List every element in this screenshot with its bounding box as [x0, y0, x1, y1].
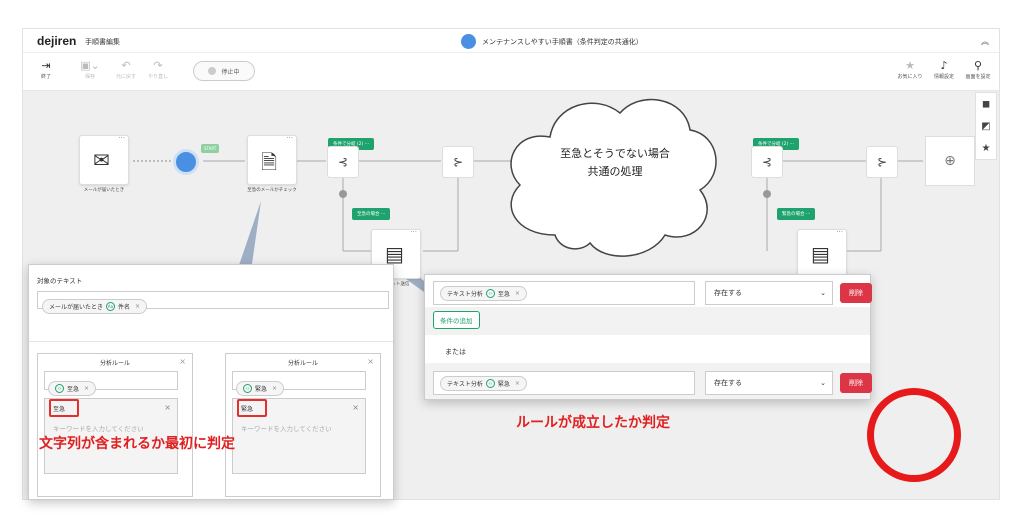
- case-label-1[interactable]: 至急の場合 ···: [352, 208, 391, 220]
- analysis-rule-2: 分析ルール × ⚇ 緊急 × 緊急 × キーワードを入力してください: [225, 353, 381, 497]
- close-icon[interactable]: ×: [84, 385, 89, 392]
- mail-trigger-node[interactable]: ··· ✉ メールが届いたとき: [79, 134, 129, 193]
- status-toggle[interactable]: 停止中: [193, 61, 255, 81]
- undo-button[interactable]: ↶ 元に戻す: [109, 59, 143, 80]
- save-icon: ▣⌄: [80, 59, 100, 72]
- robot-icon: [461, 34, 476, 49]
- rule-chip-field[interactable]: ⚇ 至急 ×: [44, 371, 178, 396]
- red-circle-annotation: [867, 388, 961, 482]
- robot-icon: ⚇: [243, 384, 252, 393]
- add-step-button[interactable]: ⊕: [925, 136, 975, 186]
- chat-icon: ▤: [385, 242, 404, 266]
- cloud-text: 至急とそうでない場合 共通の処理: [560, 147, 670, 178]
- collapse-icon[interactable]: ︽: [981, 36, 989, 47]
- close-icon[interactable]: ×: [179, 357, 186, 366]
- app-logo[interactable]: dejiren: [37, 34, 76, 48]
- plus-circle-icon: ⊕: [944, 153, 956, 169]
- screen-settings-button[interactable]: ⚲ 画面を設定: [961, 59, 995, 80]
- operator-select-1[interactable]: 存在する ⌄: [705, 281, 833, 305]
- keyword-value[interactable]: 緊急: [241, 404, 253, 413]
- screen-settings-icon: ⚲: [973, 59, 983, 72]
- condition-row-1: テキスト分析 ⚇ 至急 × 存在する ⌄ 削除: [433, 281, 872, 307]
- case-label-2[interactable]: 緊急の場合 ···: [777, 208, 816, 220]
- close-icon[interactable]: ×: [164, 403, 171, 412]
- annotation-right: ルールが成立したか判定: [516, 415, 670, 431]
- rule-chip[interactable]: ⚇ 至急 ×: [48, 381, 97, 396]
- merge-icon: ⊱: [452, 155, 464, 169]
- robot-icon: ⚇: [55, 384, 64, 393]
- star-icon: ★: [905, 59, 915, 72]
- condition-chip[interactable]: テキスト分析 ⚇ 緊急 ×: [440, 375, 527, 391]
- target-chip[interactable]: メールが届いたとき Aa 件名 ×: [42, 299, 148, 314]
- side-panel-buttons: ◼ ◩ ★: [975, 92, 997, 160]
- rule-chip[interactable]: ⚇ 緊急 ×: [236, 381, 285, 396]
- chevron-down-icon: ⌄: [820, 379, 826, 387]
- section-title: 手順書編集: [85, 38, 120, 46]
- panel-title: 対象のテキスト: [37, 277, 83, 285]
- text-check-node[interactable]: ··· 🗎 至急のメールかチェック: [247, 134, 297, 193]
- target-text-field[interactable]: メールが届いたとき Aa 件名 ×: [37, 291, 389, 314]
- branch-node-2[interactable]: ⊰: [751, 146, 783, 178]
- condition-group-bg: [425, 307, 870, 335]
- box-icon[interactable]: ◼: [976, 93, 996, 115]
- close-icon[interactable]: ×: [272, 385, 277, 392]
- doc-title-wrap: メンテナンスしやすい手順書（条件判定の共通化）: [461, 34, 643, 49]
- text-type-icon: Aa: [106, 302, 116, 311]
- operator-select-2[interactable]: 存在する ⌄: [705, 371, 833, 395]
- condition-field-2[interactable]: テキスト分析 ⚇ 緊急 ×: [433, 371, 695, 395]
- doc-title: メンテナンスしやすい手順書（条件判定の共通化）: [482, 37, 643, 46]
- chat-node-2[interactable]: ··· ▤ チャット送信: [797, 228, 847, 287]
- exit-icon: ⇥: [41, 59, 51, 72]
- keyword-input[interactable]: キーワードを入力してください: [241, 423, 332, 433]
- delete-button-2[interactable]: 削除: [840, 373, 872, 393]
- start-badge: START: [201, 144, 220, 153]
- top-bar: dejiren 手順書編集 メンテナンスしやすい手順書（条件判定の共通化） ︽: [23, 29, 999, 53]
- keyword-input[interactable]: キーワードを入力してください: [53, 423, 144, 433]
- close-icon[interactable]: ×: [135, 303, 140, 310]
- mail-icon: ✉: [93, 148, 110, 172]
- star-icon[interactable]: ★: [976, 137, 996, 159]
- analysis-rule-1: 分析ルール × ⚇ 至急 × 至急 × キーワードを入力してください: [37, 353, 193, 497]
- save-button[interactable]: ▣⌄ 保存: [73, 59, 107, 80]
- condition-chip[interactable]: テキスト分析 ⚇ 至急 ×: [440, 285, 527, 301]
- keyword-area[interactable]: 緊急 × キーワードを入力してください: [232, 398, 366, 474]
- merge-node-1[interactable]: ⊱: [442, 146, 474, 178]
- condition-panel: テキスト分析 ⚇ 至急 × 存在する ⌄ 削除 条件の追加 または テキスト分析 …: [424, 274, 872, 400]
- keyword-value[interactable]: 至急: [53, 404, 65, 413]
- exit-button[interactable]: ⇥ 終了: [29, 59, 63, 80]
- annotation-left: 文字列が含まれるか最初に判定: [39, 436, 235, 452]
- text-analysis-icon: 🗎: [261, 150, 278, 174]
- rule-chip-field[interactable]: ⚇ 緊急 ×: [232, 371, 366, 396]
- robot-icon: ⚇: [485, 288, 495, 298]
- divider: [29, 341, 393, 342]
- redo-icon: ↷: [153, 59, 163, 72]
- chevron-down-icon: ⌄: [820, 289, 826, 297]
- condition-row-2: テキスト分析 ⚇ 緊急 × 存在する ⌄ 削除: [433, 371, 872, 397]
- merge-node-2[interactable]: ⊱: [866, 146, 898, 178]
- condition-field-1[interactable]: テキスト分析 ⚇ 至急 ×: [433, 281, 695, 305]
- info-settings-icon: ♪: [940, 59, 948, 72]
- branch-icon: ⊰: [337, 155, 349, 169]
- close-icon[interactable]: ×: [515, 380, 520, 387]
- close-icon[interactable]: ×: [352, 403, 359, 412]
- close-icon[interactable]: ×: [367, 357, 374, 366]
- merge-icon: ⊱: [876, 155, 888, 169]
- favorite-button[interactable]: ★ お気に入り: [893, 59, 927, 80]
- branch-node-1[interactable]: ⊰: [327, 146, 359, 178]
- info-button[interactable]: ♪ 情報設定: [927, 59, 961, 80]
- or-label: または: [445, 348, 466, 356]
- robot-icon: ⚇: [485, 378, 495, 388]
- text-analysis-panel: 対象のテキスト メールが届いたとき Aa 件名 × 分析ルール × ⚇ 至急 × 至…: [28, 264, 394, 500]
- chat-icon: ▤: [811, 242, 830, 266]
- branch-icon: ⊰: [761, 155, 773, 169]
- close-icon[interactable]: ×: [515, 290, 520, 297]
- redo-button[interactable]: ↷ やり直し: [141, 59, 175, 80]
- undo-icon: ↶: [121, 59, 131, 72]
- delete-button-1[interactable]: 削除: [840, 283, 872, 303]
- add-condition-button[interactable]: 条件の追加: [433, 311, 480, 329]
- boxes-icon[interactable]: ◩: [976, 115, 996, 137]
- status-dot-icon: [208, 67, 217, 75]
- robot-start-icon[interactable]: [173, 149, 199, 175]
